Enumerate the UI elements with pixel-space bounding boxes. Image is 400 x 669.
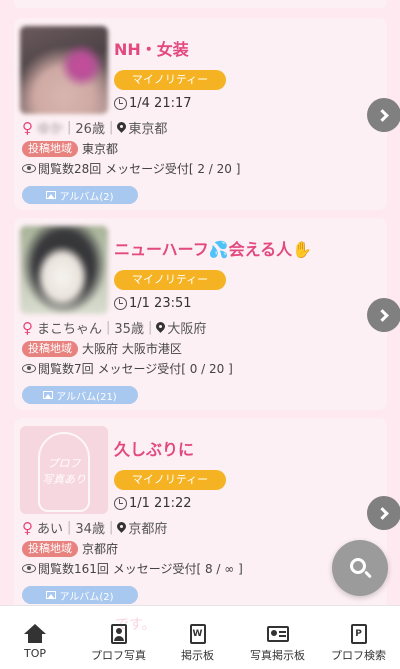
chevron-right-icon[interactable] bbox=[367, 298, 400, 332]
datetime-text: 1/4 21:17 bbox=[129, 96, 192, 111]
user-age: 34歳 bbox=[75, 522, 105, 537]
no-photo-line1: プロフ bbox=[47, 457, 81, 470]
nav-label: 掲示板 bbox=[181, 649, 214, 662]
separator: | bbox=[67, 520, 72, 535]
stats-text: 閲覧数7回 メッセージ受付[ 0 / 20 ] bbox=[38, 362, 233, 376]
user-age: 26歳 bbox=[75, 122, 105, 137]
nav-item-profile-photo[interactable]: プロフ写真 bbox=[91, 624, 146, 663]
nav-label: プロフ写真 bbox=[91, 649, 146, 662]
album-button[interactable]: アルバム(21) bbox=[22, 386, 138, 404]
post-card[interactable]: NH・女装 マイノリティー 1/4 21:17 ♀ ゆか | 26歳 | 東京都… bbox=[14, 18, 400, 210]
image-icon bbox=[46, 191, 57, 199]
chevron-right-icon[interactable] bbox=[367, 496, 400, 530]
user-age: 35歳 bbox=[114, 322, 144, 337]
album-button[interactable]: アルバム(2) bbox=[22, 186, 138, 204]
separator: | bbox=[106, 320, 111, 335]
area-tag: 投稿地域 bbox=[22, 340, 78, 357]
eye-icon bbox=[22, 164, 36, 173]
datetime-text: 1/1 21:22 bbox=[129, 496, 192, 511]
post-title[interactable]: ニューハーフ💦会える人✋ bbox=[114, 236, 312, 260]
bottom-navigation: です。 TOP プロフ写真 W 掲示板 写真掲示板 P プロフ検索 bbox=[0, 605, 400, 669]
no-photo-line2: 写真あり bbox=[42, 473, 86, 486]
no-photo-text: プロフ 写真あり bbox=[20, 456, 108, 488]
location-pin-icon bbox=[156, 322, 165, 334]
profile-thumbnail[interactable] bbox=[20, 26, 108, 114]
post-datetime: 1/1 23:51 bbox=[114, 296, 192, 311]
area-text: 大阪府 大阪市港区 bbox=[82, 342, 182, 356]
nav-item-top[interactable]: TOP bbox=[24, 624, 46, 660]
stats-text: 閲覧数28回 メッセージ受付[ 2 / 20 ] bbox=[38, 162, 241, 176]
area-text: 京都府 bbox=[82, 542, 119, 556]
previous-card-edge bbox=[14, 0, 387, 8]
clock-icon bbox=[114, 97, 127, 110]
post-card[interactable]: プロフ 写真あり 久しぶりに マイノリティー 1/1 21:22 ♀ あい | … bbox=[14, 418, 400, 618]
nav-label: TOP bbox=[24, 647, 47, 660]
post-area: 投稿地域 大阪府 大阪市港区 bbox=[22, 340, 182, 357]
clock-icon bbox=[114, 497, 127, 510]
profile-thumbnail[interactable] bbox=[20, 226, 108, 314]
stats-text: 閲覧数161回 メッセージ受付[ 8 / ∞ ] bbox=[38, 562, 243, 576]
user-prefecture: 京都府 bbox=[128, 522, 168, 537]
post-datetime: 1/1 21:22 bbox=[114, 496, 192, 511]
user-prefecture: 東京都 bbox=[128, 122, 168, 137]
eye-icon bbox=[22, 564, 36, 573]
post-area: 投稿地域 京都府 bbox=[22, 540, 118, 557]
separator: | bbox=[108, 520, 114, 535]
post-stats: 閲覧数161回 メッセージ受付[ 8 / ∞ ] bbox=[22, 560, 243, 577]
user-info: ♀ まこちゃん | 35歳 | 大阪府 bbox=[22, 318, 207, 338]
album-label: アルバム(2) bbox=[59, 191, 114, 203]
profile-search-icon: P bbox=[350, 624, 367, 644]
eye-icon bbox=[22, 364, 36, 373]
category-badge: マイノリティー bbox=[114, 270, 226, 290]
user-name: あい bbox=[37, 522, 64, 537]
bulletin-board-icon: W bbox=[189, 624, 206, 644]
nav-item-photo-board[interactable]: 写真掲示板 bbox=[250, 624, 305, 663]
datetime-text: 1/1 23:51 bbox=[129, 296, 192, 311]
post-title[interactable]: NH・女装 bbox=[114, 36, 189, 60]
area-tag: 投稿地域 bbox=[22, 140, 78, 157]
album-button[interactable]: アルバム(2) bbox=[22, 586, 138, 604]
post-datetime: 1/4 21:17 bbox=[114, 96, 192, 111]
female-icon: ♀ bbox=[22, 118, 33, 137]
photo-board-icon bbox=[266, 626, 289, 642]
area-text: 東京都 bbox=[82, 142, 119, 156]
post-card[interactable]: ニューハーフ💦会える人✋ マイノリティー 1/1 23:51 ♀ まこちゃん |… bbox=[14, 218, 400, 410]
separator: | bbox=[67, 120, 72, 135]
nav-label: プロフ検索 bbox=[331, 649, 386, 662]
post-area: 投稿地域 東京都 bbox=[22, 140, 118, 157]
category-badge: マイノリティー bbox=[114, 470, 226, 490]
profile-thumbnail-placeholder[interactable]: プロフ 写真あり bbox=[20, 426, 108, 514]
separator: | bbox=[147, 320, 153, 335]
user-prefecture: 大阪府 bbox=[167, 322, 207, 337]
separator: | bbox=[108, 120, 114, 135]
female-icon: ♀ bbox=[22, 318, 33, 337]
user-info: ♀ ゆか | 26歳 | 東京都 bbox=[22, 118, 168, 138]
post-stats: 閲覧数7回 メッセージ受付[ 0 / 20 ] bbox=[22, 360, 233, 377]
location-pin-icon bbox=[117, 522, 126, 534]
user-info: ♀ あい | 34歳 | 京都府 bbox=[22, 518, 168, 538]
image-icon bbox=[43, 391, 54, 399]
nav-item-profile-search[interactable]: P プロフ検索 bbox=[331, 624, 386, 663]
post-stats: 閲覧数28回 メッセージ受付[ 2 / 20 ] bbox=[22, 160, 240, 177]
chevron-right-icon[interactable] bbox=[367, 98, 400, 132]
user-name: まこちゃん bbox=[37, 322, 103, 337]
profile-photo-icon bbox=[110, 624, 127, 644]
category-badge: マイノリティー bbox=[114, 70, 226, 90]
image-icon bbox=[46, 591, 57, 599]
nav-item-bulletin-board[interactable]: W 掲示板 bbox=[181, 624, 214, 663]
search-icon bbox=[350, 558, 366, 574]
album-label: アルバム(2) bbox=[59, 591, 114, 603]
search-button[interactable] bbox=[332, 540, 388, 596]
user-name: ゆか bbox=[37, 122, 64, 137]
nav-label: 写真掲示板 bbox=[250, 649, 305, 662]
post-title[interactable]: 久しぶりに bbox=[114, 436, 194, 460]
clock-icon bbox=[114, 297, 127, 310]
location-pin-icon bbox=[117, 122, 126, 134]
home-icon bbox=[24, 624, 46, 644]
area-tag: 投稿地域 bbox=[22, 540, 78, 557]
female-icon: ♀ bbox=[22, 518, 33, 537]
album-label: アルバム(21) bbox=[56, 391, 117, 403]
